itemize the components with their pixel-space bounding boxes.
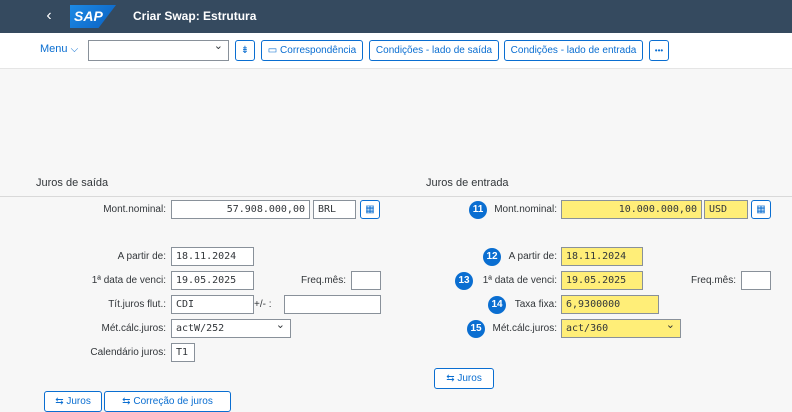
menu-button[interactable]: Menu ⌵: [40, 43, 78, 55]
calendario-field-saida[interactable]: T1: [171, 343, 195, 362]
freq-field-saida[interactable]: [351, 271, 381, 290]
plusminus-label: +/- :: [254, 299, 272, 310]
titjuros-field-saida[interactable]: CDI: [171, 295, 254, 314]
freq-label-saida: Freq.mês:: [300, 275, 346, 286]
section-title-entrada: Juros de entrada: [426, 177, 509, 189]
mont-nominal-field-saida[interactable]: 57.908.000,00: [171, 200, 310, 219]
mont-nominal-label-saida: Mont.nominal:: [103, 204, 166, 215]
venci-field-saida[interactable]: 19.05.2025: [171, 271, 254, 290]
sap-logo: SAP: [70, 5, 116, 28]
matchcode-icon-entrada[interactable]: ▦: [751, 200, 771, 219]
taxa-fixa-field[interactable]: 6,9300000: [561, 295, 659, 314]
metcalc-select-entrada[interactable]: act/360: [561, 319, 681, 338]
freq-field-entrada[interactable]: [741, 271, 771, 290]
taxa-fixa-label: Taxa fixa:: [514, 299, 557, 310]
apartir-field-entrada[interactable]: 18.11.2024: [561, 247, 643, 266]
divider-saida: [0, 196, 402, 197]
metcalc-select-saida[interactable]: actW/252: [171, 319, 291, 338]
juros-button-saida[interactable]: ⇆ Juros: [44, 391, 102, 412]
condicoes-entrada-button[interactable]: Condições - lado de entrada: [504, 40, 643, 61]
venci-label-saida: 1ª data de venci:: [91, 275, 166, 286]
apartir-field-saida[interactable]: 18.11.2024: [171, 247, 254, 266]
shell-bar: ‹ SAP Criar Swap: Estrutura: [0, 0, 792, 33]
matchcode-icon[interactable]: ▦: [360, 200, 380, 219]
juros-icon-entrada: ⇆: [446, 373, 455, 384]
plusminus-field[interactable]: [284, 295, 381, 314]
venci-field-entrada[interactable]: 19.05.2025: [561, 271, 643, 290]
titjuros-label-saida: Tít.juros flut.:: [108, 299, 166, 310]
juros-label-saida: Juros: [66, 396, 91, 407]
structure-icon[interactable]: ⇟: [235, 40, 255, 61]
document-icon: ▭: [267, 45, 278, 56]
apartir-label-entrada: A partir de:: [508, 251, 557, 262]
chevron-down-icon: ⌵: [70, 44, 79, 55]
overflow-icon[interactable]: •••: [649, 40, 669, 61]
metcalc-label-saida: Mét.cálc.juros:: [101, 323, 166, 334]
mont-nominal-field-entrada[interactable]: 10.000.000,00: [561, 200, 702, 219]
freq-label-entrada: Freq.mês:: [690, 275, 736, 286]
condicoes-saida-button[interactable]: Condições - lado de saída: [369, 40, 499, 61]
correspondencia-label: Correspondência: [280, 45, 357, 56]
section-title-saida: Juros de saída: [36, 177, 109, 189]
divider-entrada: [402, 196, 792, 197]
apartir-label-saida: A partir de:: [117, 251, 166, 262]
mont-nominal-label-entrada: Mont.nominal:: [494, 204, 557, 215]
currency-field-saida[interactable]: BRL: [313, 200, 356, 219]
currency-field-entrada[interactable]: USD: [704, 200, 748, 219]
venci-label-entrada: 1ª data de venci:: [482, 275, 557, 286]
metcalc-label-entrada: Mét.cálc.juros:: [492, 323, 557, 334]
back-icon[interactable]: ‹: [36, 6, 62, 28]
juros-label-entrada: Juros: [457, 373, 482, 384]
page-title: Criar Swap: Estrutura: [133, 9, 257, 23]
juros-button-entrada[interactable]: ⇆ Juros: [434, 368, 494, 389]
correcao-label: Correção de juros: [133, 396, 213, 407]
menu-select[interactable]: [88, 40, 229, 61]
juros-icon: ⇆: [55, 396, 64, 407]
menu-label: Menu: [40, 43, 68, 55]
calendario-label-saida: Calendário juros:: [90, 347, 166, 358]
correcao-icon: ⇆: [122, 396, 131, 407]
correcao-juros-button[interactable]: ⇆ Correção de juros: [104, 391, 231, 412]
toolbar: Menu ⌵ ⇟ ▭ Correspondência Condições - l…: [0, 33, 792, 69]
correspondencia-button[interactable]: ▭ Correspondência: [261, 40, 363, 61]
